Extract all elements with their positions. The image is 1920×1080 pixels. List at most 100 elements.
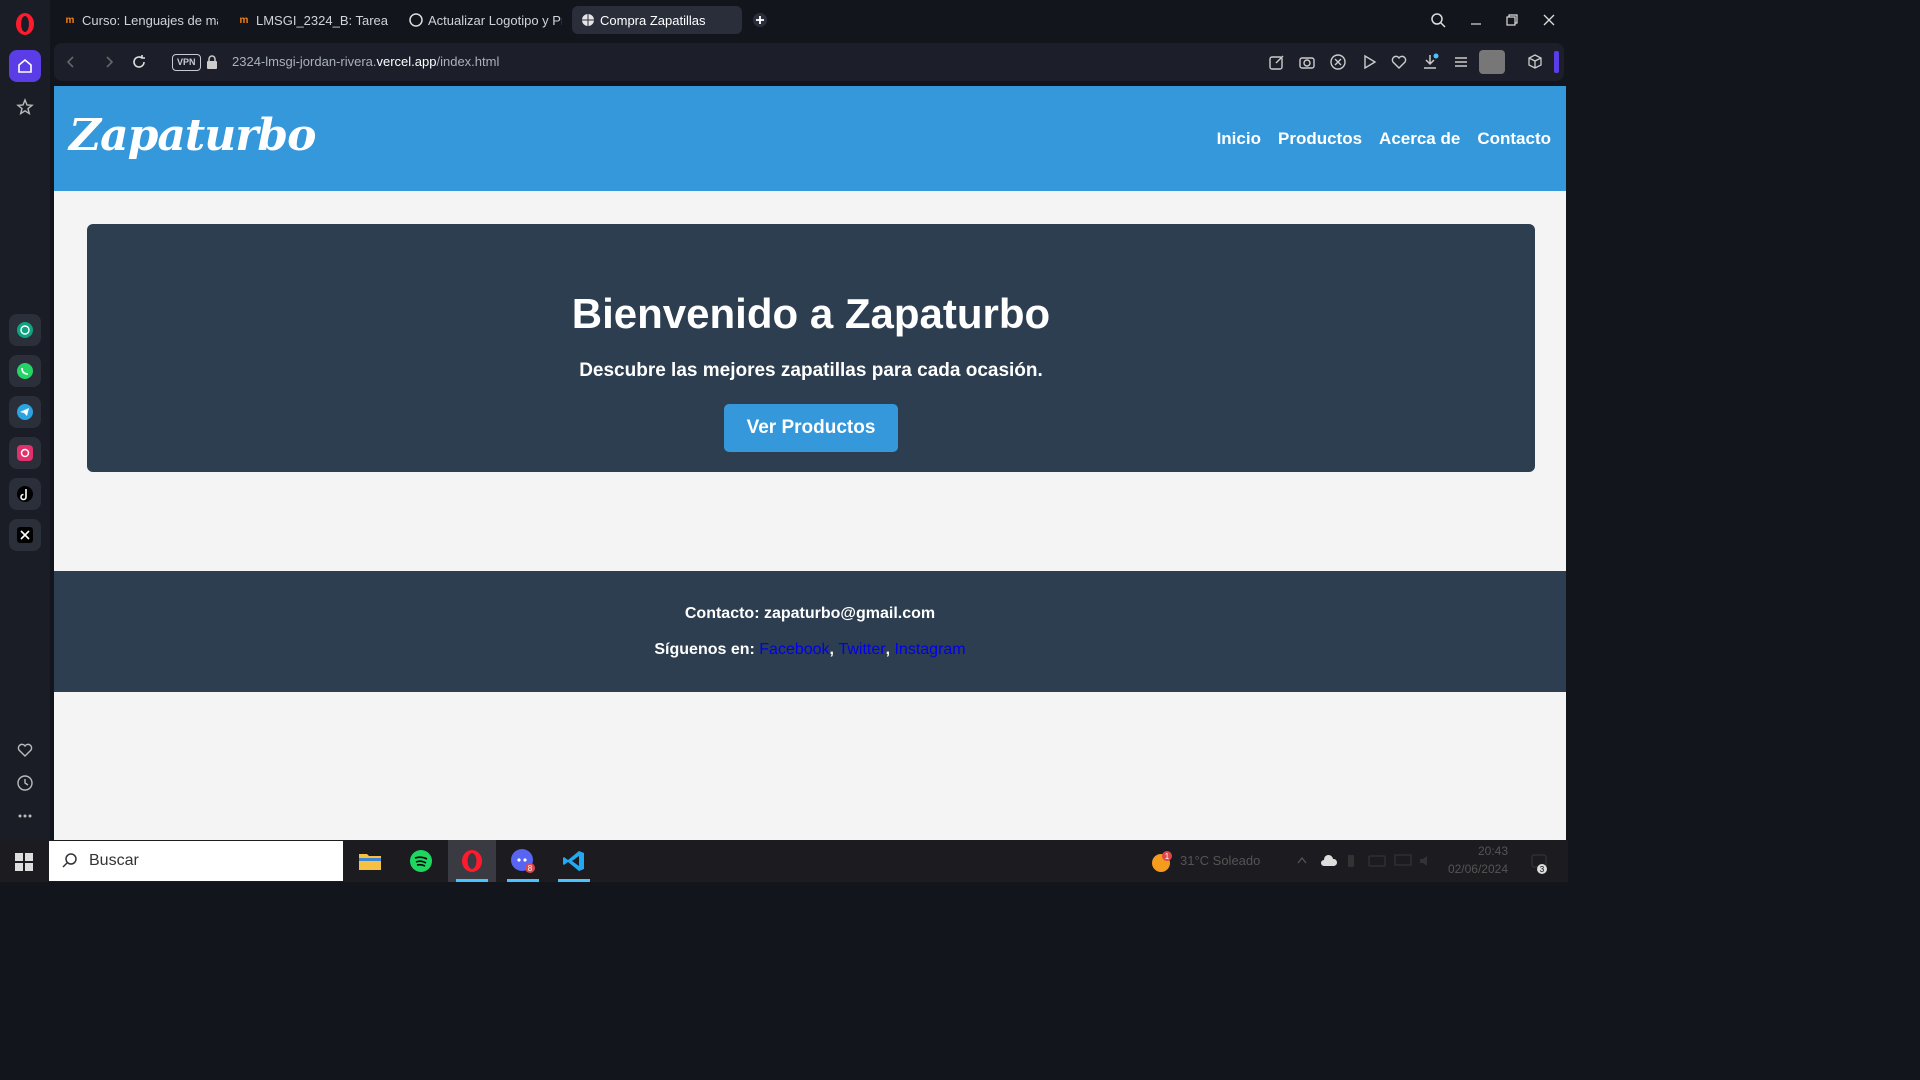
spotify-icon[interactable]	[397, 840, 445, 882]
back-arrow-icon[interactable]	[62, 53, 80, 71]
show-hidden-icons-chevron-icon[interactable]	[1296, 855, 1308, 865]
bookmark-heart-icon[interactable]	[1390, 53, 1408, 71]
reload-icon[interactable]	[130, 53, 148, 71]
windows-start-icon[interactable]	[14, 852, 34, 872]
instagram-icon[interactable]	[9, 437, 41, 469]
forward-arrow-icon[interactable]	[100, 53, 118, 71]
download-icon[interactable]	[1421, 53, 1439, 71]
url-domain: vercel.app	[376, 54, 437, 69]
restore-icon[interactable]	[1500, 8, 1524, 32]
file-explorer-icon[interactable]	[346, 840, 394, 882]
snapshot-edit-icon[interactable]	[1268, 53, 1286, 71]
follow-label: Síguenos en:	[654, 641, 755, 658]
tab-label: Compra Zapatillas	[600, 12, 706, 28]
hero-subtitle: Descubre las mejores zapatillas para cad…	[579, 360, 1043, 381]
discord-icon[interactable]: 8	[499, 840, 547, 882]
nav-inicio[interactable]: Inicio	[1217, 129, 1261, 149]
globe-icon	[580, 12, 596, 28]
weather-sun-icon[interactable]: 1	[1150, 850, 1174, 874]
easy-setup-icon[interactable]	[1452, 53, 1470, 71]
search-tabs-icon[interactable]	[1426, 8, 1450, 32]
speed-dial-star-icon[interactable]	[9, 91, 41, 123]
usb-device-icon[interactable]	[1346, 853, 1356, 869]
screen: m Curso: Lenguajes de marca m LMSGI_2324…	[0, 0, 1568, 882]
url-prefix: 2324-lmsgi-jordan-rivera.	[232, 54, 377, 69]
running-indicator	[558, 879, 590, 882]
nav-productos[interactable]: Productos	[1278, 129, 1362, 149]
tab-label: Curso: Lenguajes de marca	[82, 12, 218, 28]
twitter-link[interactable]: Twitter	[838, 641, 885, 658]
url-field[interactable]: 2324-lmsgi-jordan-rivera.vercel.app/inde…	[232, 54, 499, 69]
url-path: /index.html	[436, 54, 500, 69]
notifications-bell-icon[interactable]: 3	[1530, 852, 1552, 874]
discord-badge: 8	[528, 864, 533, 873]
tab-label: Actualizar Logotipo y Prod	[428, 12, 562, 28]
weather-badge: 1	[1165, 852, 1170, 861]
clock-date[interactable]: 02/06/2024	[1446, 862, 1508, 876]
profile-avatar[interactable]	[1479, 50, 1505, 74]
opera-logo-icon[interactable]	[14, 12, 36, 36]
vpn-badge[interactable]: VPN	[172, 54, 201, 71]
vscode-icon[interactable]	[550, 840, 598, 882]
page-viewport: Zapaturbo Inicio Productos Acerca de Con…	[54, 86, 1566, 840]
tab-bar: m Curso: Lenguajes de marca m LMSGI_2324…	[50, 0, 1568, 40]
sidebar-toggle-indicator[interactable]	[1554, 51, 1559, 73]
whatsapp-icon[interactable]	[9, 355, 41, 387]
volume-speaker-icon[interactable]	[1418, 854, 1436, 868]
adblock-shield-icon[interactable]	[1329, 53, 1347, 71]
clock-time[interactable]: 20:43	[1446, 844, 1508, 858]
chatgpt-icon[interactable]	[9, 314, 41, 346]
extensions-cube-icon[interactable]	[1526, 53, 1544, 71]
weather-text[interactable]: 31°C Soleado	[1180, 853, 1260, 868]
hero-banner: Bienvenido a Zapaturbo Descubre las mejo…	[87, 224, 1535, 472]
taskbar-search[interactable]: Buscar	[49, 841, 343, 881]
active-indicator	[456, 879, 488, 882]
separator: ,	[829, 641, 834, 658]
telegram-icon[interactable]	[9, 396, 41, 428]
player-play-icon[interactable]	[1360, 53, 1378, 71]
moodle-icon: m	[65, 14, 75, 26]
lock-icon[interactable]	[205, 54, 219, 70]
hero-title: Bienvenido a Zapaturbo	[571, 290, 1051, 337]
ver-productos-button[interactable]: Ver Productos	[724, 404, 898, 452]
notification-count: 3	[1540, 865, 1545, 874]
more-options-icon[interactable]	[9, 800, 41, 832]
site-logo[interactable]: Zapaturbo	[69, 110, 317, 161]
home-icon[interactable]	[9, 50, 41, 82]
camera-icon[interactable]	[1298, 53, 1316, 71]
tab-chatgpt[interactable]: Actualizar Logotipo y Prod	[400, 6, 570, 34]
footer-social: Síguenos en: Facebook, Twitter, Instagra…	[54, 641, 1566, 659]
chatgpt-icon	[408, 12, 424, 28]
tab-label: LMSGI_2324_B: Tarea Evalu	[256, 12, 390, 28]
main-nav: Inicio Productos Acerca de Contacto	[1217, 129, 1551, 149]
search-icon	[62, 853, 77, 868]
nav-acerca-de[interactable]: Acerca de	[1379, 129, 1460, 149]
separator: ,	[885, 641, 891, 658]
moodle-icon: m	[239, 14, 249, 26]
site-footer: Contacto: zapaturbo@gmail.com Síguenos e…	[54, 571, 1566, 692]
x-twitter-icon[interactable]	[9, 519, 41, 551]
opera-taskbar-icon[interactable]	[448, 840, 496, 882]
keyboard-icon[interactable]	[1368, 854, 1386, 868]
browser-sidebar	[0, 0, 50, 840]
taskbar: Buscar 8 1 31°C Soleado 20:43 02/06/2024	[0, 840, 1568, 882]
tab-curso[interactable]: m Curso: Lenguajes de marca	[54, 6, 226, 34]
network-monitor-icon[interactable]	[1394, 854, 1412, 868]
history-clock-icon[interactable]	[9, 767, 41, 799]
running-indicator	[507, 879, 539, 882]
facebook-link[interactable]: Facebook	[759, 641, 829, 658]
tiktok-icon[interactable]	[9, 478, 41, 510]
tab-lmsgi[interactable]: m LMSGI_2324_B: Tarea Evalu	[228, 6, 398, 34]
nav-contacto[interactable]: Contacto	[1477, 129, 1551, 149]
heart-icon[interactable]	[9, 734, 41, 766]
new-tab-plus-icon[interactable]	[748, 8, 772, 32]
minimize-icon[interactable]	[1464, 8, 1488, 32]
footer-contact: Contacto: zapaturbo@gmail.com	[684, 605, 936, 622]
search-placeholder: Buscar	[89, 852, 139, 869]
address-bar: VPN 2324-lmsgi-jordan-rivera.vercel.app/…	[54, 43, 1564, 81]
onedrive-cloud-icon[interactable]	[1320, 853, 1338, 869]
instagram-link[interactable]: Instagram	[894, 641, 965, 658]
close-window-icon[interactable]	[1537, 8, 1561, 32]
site-header: Zapaturbo Inicio Productos Acerca de Con…	[54, 86, 1566, 191]
tab-compra-zapatillas[interactable]: Compra Zapatillas	[572, 6, 742, 34]
